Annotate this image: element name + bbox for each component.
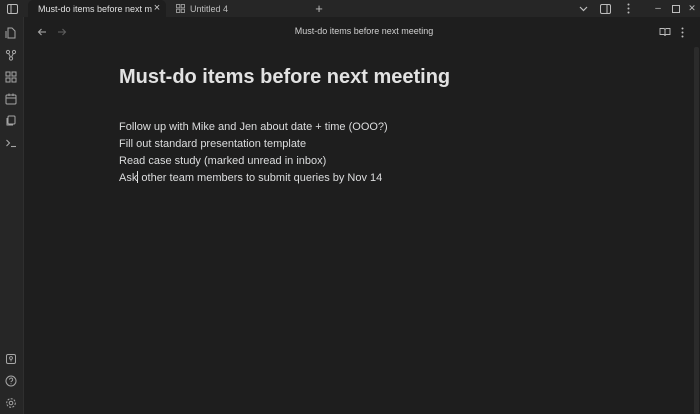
- editor-scrollbar[interactable]: [694, 47, 699, 414]
- view-header: Must-do items before next meeting: [24, 17, 700, 47]
- tab-must-do-items[interactable]: Must-do items before next meeting ×: [28, 0, 166, 17]
- note-line[interactable]: Read case study (marked unread in inbox): [119, 153, 388, 170]
- note-body[interactable]: Follow up with Mike and Jen about date +…: [119, 119, 388, 187]
- title-bar: Must-do items before next meeting × Unti…: [0, 0, 700, 17]
- new-tab-button[interactable]: +: [312, 0, 326, 17]
- note-line[interactable]: Fill out standard presentation template: [119, 136, 388, 153]
- note-line[interactable]: Follow up with Mike and Jen about date +…: [119, 119, 388, 136]
- scrollbar-thumb[interactable]: [694, 47, 699, 414]
- note-line-text: Ask: [119, 172, 138, 184]
- tab-label: Must-do items before next meeting: [38, 3, 152, 14]
- help-vault-icon[interactable]: [4, 352, 18, 366]
- note-line[interactable]: Ask other team members to submit queries…: [119, 170, 388, 187]
- forward-arrow-icon[interactable]: [56, 26, 68, 38]
- templates-icon[interactable]: [4, 114, 18, 128]
- back-arrow-icon[interactable]: [36, 26, 48, 38]
- note-line-text: other team members to submit queries by …: [138, 172, 383, 184]
- settings-icon[interactable]: [4, 396, 18, 410]
- tab-untitled-4[interactable]: Untitled 4: [170, 0, 310, 17]
- canvas-icon[interactable]: [4, 70, 18, 84]
- right-sidebar-toggle-icon[interactable]: [598, 0, 612, 17]
- minimize-button[interactable]: –: [650, 0, 666, 17]
- note-title[interactable]: Must-do items before next meeting: [119, 66, 450, 89]
- more-options-icon[interactable]: [676, 26, 688, 38]
- maximize-button[interactable]: [668, 0, 684, 17]
- command-palette-icon[interactable]: [4, 136, 18, 150]
- open-quick-switcher-icon[interactable]: [4, 26, 18, 40]
- reading-view-icon[interactable]: [659, 26, 671, 38]
- close-tab-icon[interactable]: ×: [152, 3, 162, 14]
- tab-label: Untitled 4: [190, 3, 229, 14]
- canvas-file-icon: [174, 3, 186, 15]
- view-title[interactable]: Must-do items before next meeting: [264, 26, 464, 36]
- left-ribbon: [0, 17, 24, 414]
- tab-list-chevron-icon[interactable]: [576, 0, 590, 17]
- close-window-button[interactable]: ✕: [684, 0, 700, 17]
- daily-note-icon[interactable]: [4, 92, 18, 106]
- more-options-icon[interactable]: [622, 0, 634, 17]
- graph-view-icon[interactable]: [4, 48, 18, 62]
- sidebar-toggle-icon[interactable]: [0, 0, 24, 17]
- help-icon[interactable]: [4, 374, 18, 388]
